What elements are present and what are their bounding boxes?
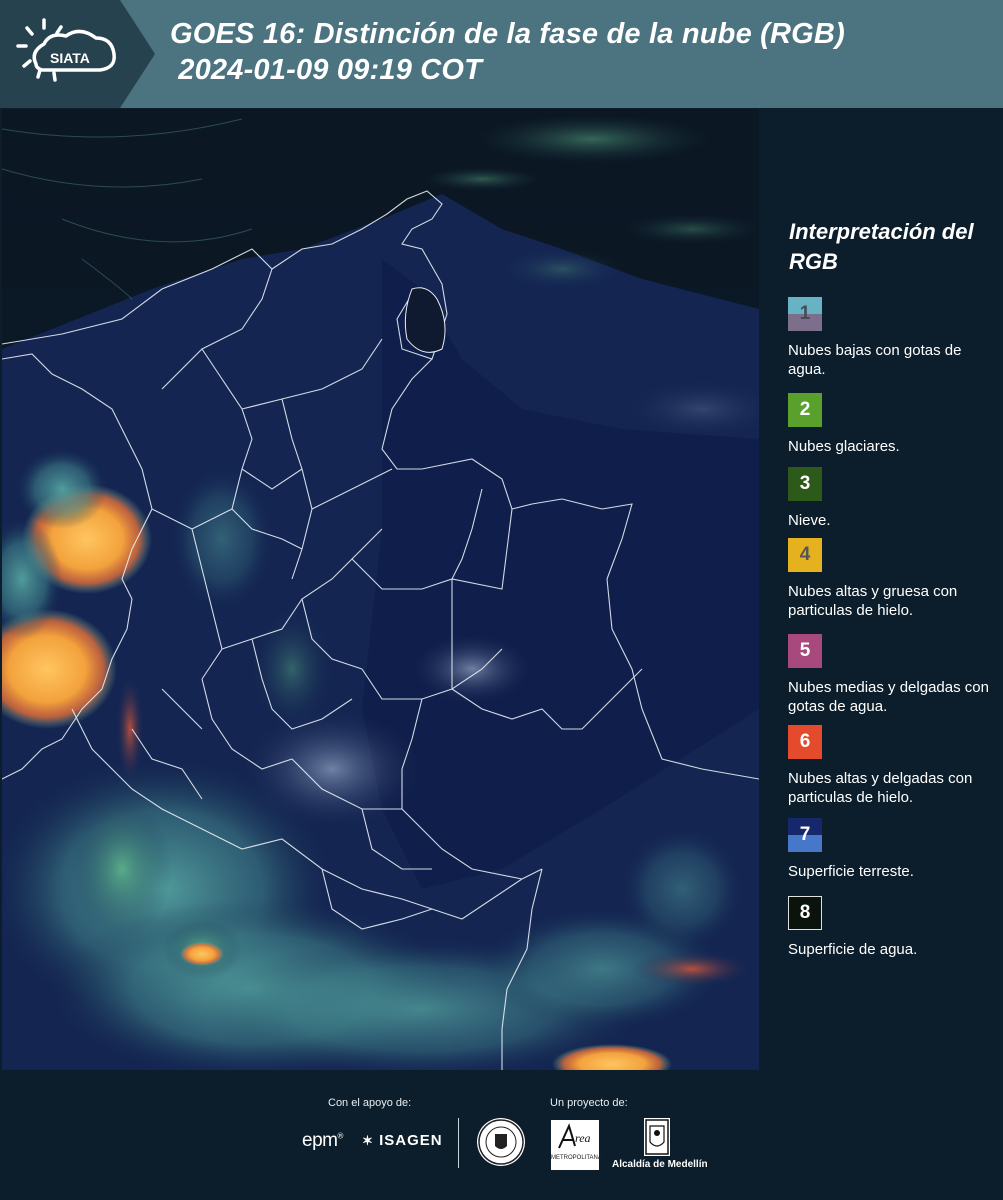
legend-swatch-6: 6 [788,725,822,759]
area-metropolitana-text: METROPOLITANA [551,1155,602,1161]
siata-logo-text: SIATA [50,50,90,66]
legend-label-2: Nubes glaciares. [788,438,900,455]
legend-number-4: 4 [799,544,811,565]
legend-item-5: 5 Nubes medias y delgadas con gotas de a… [788,634,998,716]
legend-item-2: 2 Nubes glaciares. [788,393,998,456]
title-line-2: 2024-01-09 09:19 COT [170,54,483,86]
page-title: GOES 16: Distinción de la fase de la nub… [170,16,845,88]
legend-item-6: 6 Nubes altas y delgadas con particulas … [788,725,998,807]
legend-title: Interpretación del RGB [789,219,974,274]
legend-item-1: 1 Nubes bajas con gotas de agua. [788,297,998,379]
legend-label-5: Nubes medias y delgadas con gotas de agu… [788,679,989,715]
epm-logo: epm® [302,1130,343,1151]
legend-number-2: 2 [799,399,811,420]
isagen-text: ISAGEN [379,1132,443,1149]
footer: Con el apoyo de: Un proyecto de: epm® ✶ … [0,1070,1003,1200]
legend-swatch-1: 1 [788,297,822,331]
legend-panel: Interpretación del RGB 1 Nubes bajas con… [760,109,1003,1070]
support-label: Con el apoyo de: [328,1097,412,1109]
svg-text:rea: rea [575,1131,591,1145]
legend-swatch-4: 4 [788,538,822,572]
legend-swatch-2: 2 [788,393,822,427]
legend-label-8: Superficie de agua. [788,941,918,958]
legend-number-5: 5 [799,640,811,661]
epm-text: epm [302,1130,338,1151]
legend-label-6: Nubes altas y delgadas con particulas de… [788,770,973,806]
legend-item-4: 4 Nubes altas y gruesa con particulas de… [788,538,998,620]
header-bar: SIATA GOES 16: Distinción de la fase de … [0,0,1003,108]
cloud-high-thin-1 [116,674,144,784]
legend-swatch-7: 7 [788,818,822,852]
cloud-high-thin-2 [632,951,752,987]
siata-logo: SIATA [0,0,158,108]
legend-number-7: 7 [799,824,811,845]
legend-number-6: 6 [799,731,811,752]
legend-label-7: Superficie terreste. [788,863,914,880]
legend-number-3: 3 [799,473,811,494]
legend-item-8: 8 Superficie de agua. [788,896,998,959]
legend-swatch-8: 8 [788,896,822,930]
legend-label-4: Nubes altas y gruesa con particulas de h… [788,583,958,619]
legend-label-3: Nieve. [788,512,831,529]
satellite-map [2,109,759,1070]
footer-divider [458,1118,459,1168]
legend-item-7: 7 Superficie terreste. [788,818,998,881]
seal-logo [477,1118,525,1166]
alcaldia-text: Alcaldía de Medellín [612,1159,708,1170]
title-line-1: GOES 16: Distinción de la fase de la nub… [170,18,845,50]
legend-item-3: 3 Nieve. [788,467,998,530]
legend-number-8: 8 [799,902,811,923]
project-label: Un proyecto de: [550,1097,628,1109]
alcaldia-shield-icon [644,1118,670,1156]
legend-label-1: Nubes bajas con gotas de agua. [788,342,962,378]
legend-swatch-5: 5 [788,634,822,668]
area-metropolitana-logo: rea [551,1120,599,1170]
legend-swatch-3: 3 [788,467,822,501]
isagen-logo: ✶ ISAGEN [362,1132,443,1149]
isagen-icon: ✶ [362,1133,374,1148]
legend-number-1: 1 [799,303,811,324]
